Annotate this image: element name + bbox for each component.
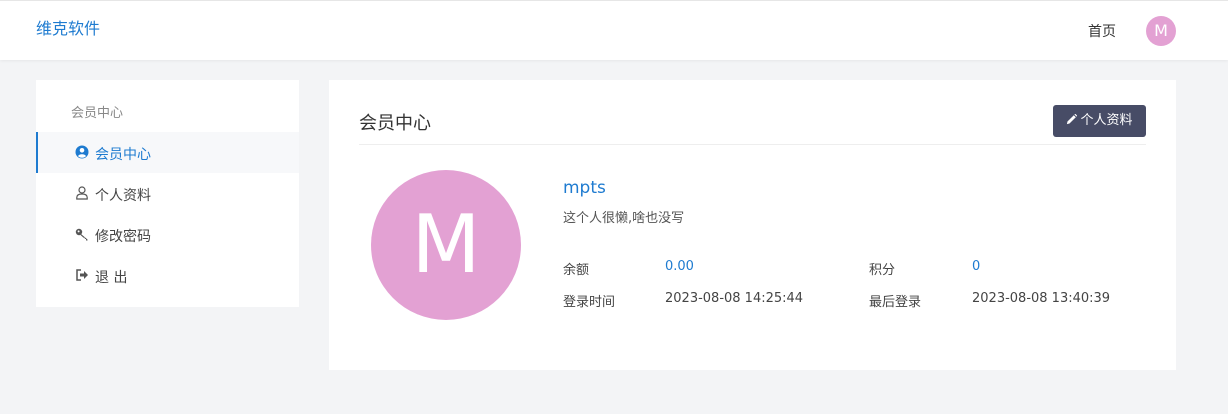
- sidebar-item-logout[interactable]: 退 出: [36, 255, 299, 296]
- sidebar-item-change-password[interactable]: 修改密码: [36, 214, 299, 255]
- sidebar-item-label: 会员中心: [95, 147, 151, 163]
- sidebar-item-label: 修改密码: [95, 229, 151, 245]
- top-navbar: 维克软件 首页 M: [0, 0, 1228, 60]
- divider: [359, 144, 1146, 145]
- login-time-value: 2023-08-08 14:25:44: [665, 291, 804, 306]
- nav-home-link[interactable]: 首页: [1088, 21, 1116, 41]
- balance-value[interactable]: 0.00: [665, 259, 694, 274]
- user-avatar[interactable]: M: [1146, 16, 1176, 46]
- member-center-panel: 会员中心 个人资料 M mpts 这个人很懒,啥也没写 余额 0.00 积分 0…: [329, 80, 1176, 370]
- sidebar: 会员中心 会员中心 个人资料 修改密码 退 出: [36, 80, 299, 307]
- edit-profile-label: 个人资料: [1080, 113, 1133, 128]
- sidebar-item-label: 退 出: [95, 270, 128, 286]
- login-time-label: 登录时间: [563, 295, 616, 310]
- points-label: 积分: [869, 263, 896, 278]
- sidebar-title: 会员中心: [71, 106, 124, 121]
- sidebar-item-label: 个人资料: [95, 188, 151, 204]
- last-login-label: 最后登录: [869, 295, 922, 310]
- points-value[interactable]: 0: [972, 259, 980, 274]
- sidebar-item-profile[interactable]: 个人资料: [36, 173, 299, 214]
- pencil-icon: [1067, 113, 1078, 125]
- sign-out-icon: [76, 269, 88, 281]
- edit-profile-button[interactable]: 个人资料: [1053, 105, 1146, 137]
- last-login-value: 2023-08-08 13:40:39: [972, 291, 1111, 306]
- profile-avatar: M: [371, 170, 521, 320]
- brand-logo[interactable]: 维克软件: [36, 15, 100, 39]
- key-icon: [75, 228, 88, 241]
- balance-label: 余额: [563, 263, 590, 278]
- user-bio: 这个人很懒,啥也没写: [563, 211, 685, 226]
- sidebar-item-member-center[interactable]: 会员中心: [36, 132, 299, 173]
- user-icon: [76, 186, 88, 200]
- page-title: 会员中心: [359, 113, 431, 134]
- username[interactable]: mpts: [563, 178, 606, 198]
- user-circle-icon: [75, 145, 89, 159]
